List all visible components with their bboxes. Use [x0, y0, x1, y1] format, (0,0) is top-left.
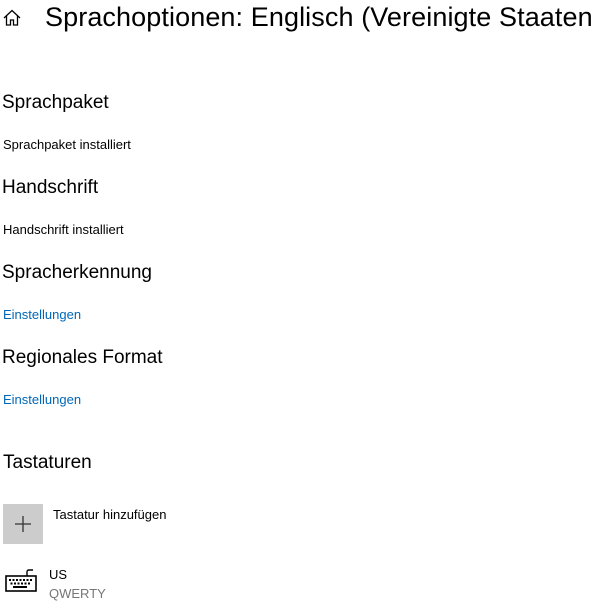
page-title: Sprachoptionen: Englisch (Vereinigte Sta… — [45, 2, 593, 32]
keyboard-name: US — [49, 567, 68, 582]
speech-recognition-heading: Spracherkennung — [2, 262, 152, 283]
language-pack-status: Sprachpaket installiert — [3, 137, 131, 152]
handwriting-status: Handschrift installiert — [3, 222, 124, 237]
language-options-page: Sprachoptionen: Englisch (Vereinigte Sta… — [0, 0, 593, 604]
language-pack-heading: Sprachpaket — [2, 92, 109, 113]
handwriting-heading: Handschrift — [2, 177, 99, 198]
add-keyboard-button[interactable] — [3, 504, 43, 544]
regional-format-heading: Regionales Format — [2, 347, 163, 368]
keyboard-icon — [5, 569, 37, 592]
keyboards-heading: Tastaturen — [3, 452, 92, 473]
speech-settings-link[interactable]: Einstellungen — [3, 307, 81, 323]
home-icon[interactable] — [2, 8, 22, 28]
keyboard-item-us[interactable]: US QWERTY — [0, 562, 300, 604]
regional-format-settings-link[interactable]: Einstellungen — [3, 392, 81, 408]
plus-icon — [15, 516, 31, 532]
keyboard-layout: QWERTY — [49, 586, 106, 601]
add-keyboard-label[interactable]: Tastatur hinzufügen — [53, 507, 166, 523]
